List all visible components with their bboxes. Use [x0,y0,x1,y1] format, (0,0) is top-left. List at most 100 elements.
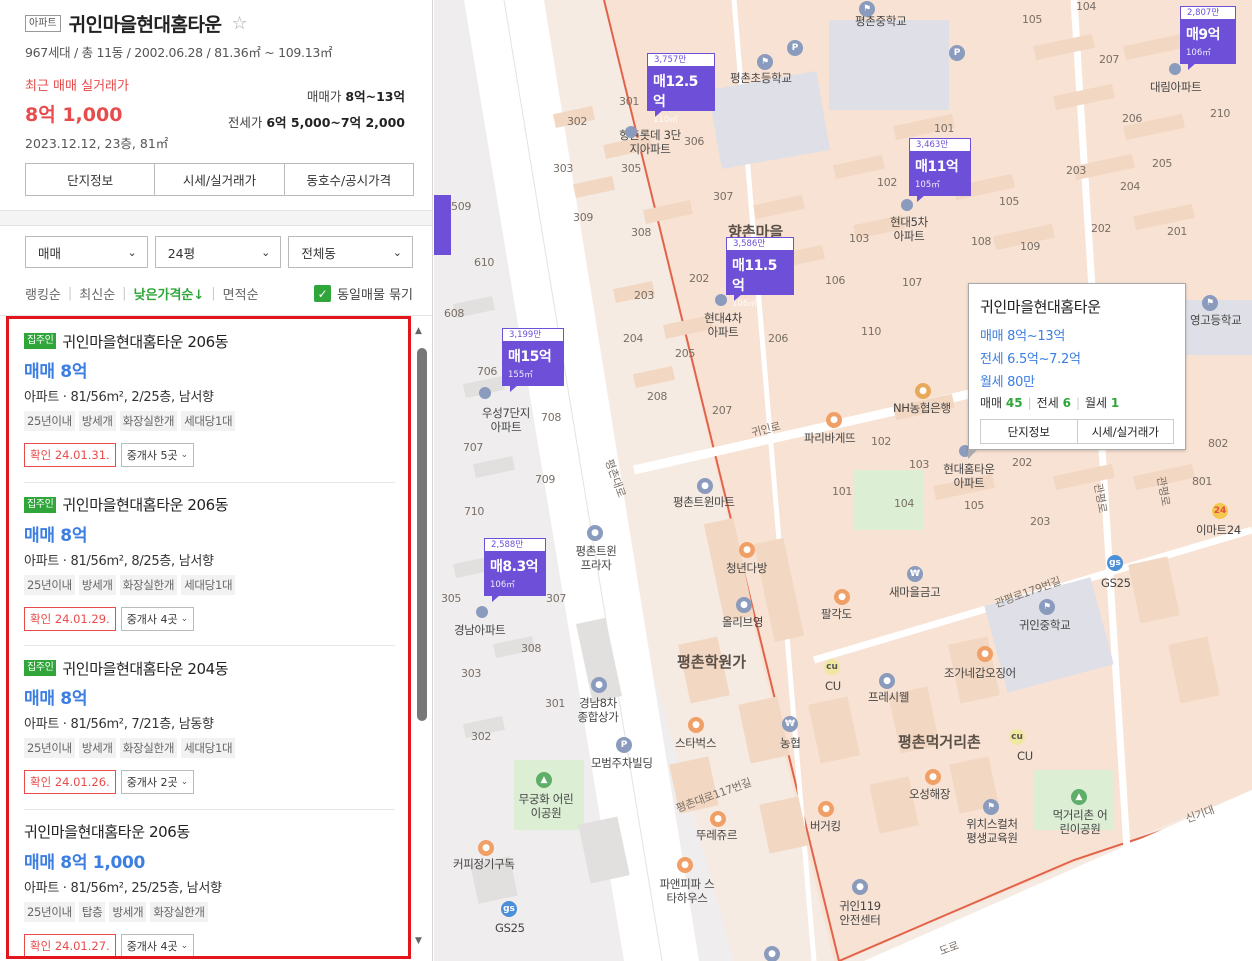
place-label[interactable]: 평촌초등학교 [730,71,792,85]
place-label[interactable]: 영고등학교 [1190,313,1242,327]
convenience-store-icon[interactable]: gs [501,901,517,917]
price-marker[interactable]: 2,588만 매8.3억 106㎡ [484,538,546,602]
place-label[interactable]: 조가네갑오징어 [944,666,1016,680]
place-label[interactable]: 평촌트윈 프라자 [572,544,620,572]
place-label[interactable]: 파리바게뜨 [804,431,856,445]
bundle-same-listings-toggle[interactable]: ✓ 동일매물 묶기 [314,284,413,303]
agents-dropdown[interactable]: 중개사 2곳 ⌄ [120,770,195,794]
place-label[interactable]: GS25 [1101,576,1131,590]
restaurant-icon[interactable]: ● [977,646,993,662]
popup-complex-info-button[interactable]: 단지정보 [981,420,1078,443]
building-icon[interactable]: ● [764,946,780,961]
bank-icon[interactable]: ₩ [782,716,798,732]
price-marker[interactable]: 2,807만 매9억 106㎡ [1180,6,1236,70]
apartment-pin-icon[interactable] [715,294,727,306]
park-icon[interactable]: ▲ [536,772,552,788]
place-label[interactable]: CU [825,679,841,693]
place-label[interactable]: 팔각도 [821,607,852,621]
tab-complex-info[interactable]: 단지정보 [26,164,156,195]
place-label[interactable]: 파앤피파 스타하우스 [655,877,719,905]
school-icon[interactable]: ⚑ [1202,295,1218,311]
sort-ranking[interactable]: 랭킹순 [25,284,61,303]
place-label[interactable]: 현대4차 아파트 [703,311,743,339]
cafe-icon[interactable]: ● [688,717,704,733]
place-label[interactable]: 귀인중학교 [1019,618,1071,632]
place-label[interactable]: 우성7단지 아파트 [478,406,534,434]
listing-scrollbar[interactable] [417,348,427,721]
restaurant-icon[interactable]: ● [677,857,693,873]
place-label[interactable]: 스타벅스 [675,736,716,750]
place-label[interactable]: 평촌학원가 [677,651,746,672]
place-label[interactable]: NH농협은행 [893,401,951,415]
apartment-pin-icon[interactable] [625,126,637,138]
place-label[interactable]: 경남아파트 [454,623,506,637]
place-label[interactable]: 청년다방 [726,561,767,575]
sort-lowest-price[interactable]: 낮은가격순↓ [134,284,205,303]
map-view[interactable]: 105 104 207 206 210 205 204 203 202 201 … [434,0,1252,961]
tab-unit-public-price[interactable]: 동호수/공시가격 [285,164,413,195]
apartment-pin-icon[interactable] [476,606,488,618]
place-label[interactable]: 현대홈타운 아파트 [937,462,1001,490]
bakery-icon[interactable]: ● [710,811,726,827]
tab-market-price[interactable]: 시세/실거래가 [155,164,285,195]
bakery-icon[interactable]: ● [826,412,842,428]
listing-item[interactable]: 집주인 귀인마을현대홈타운 206동 매매 8억 아파트 · 81/56m², 2… [24,319,395,483]
popup-title[interactable]: 귀인마을현대홈타운 [980,296,1174,317]
school-icon[interactable]: ⚑ [757,54,773,70]
building-icon[interactable]: ● [591,677,607,693]
trade-type-select[interactable]: 매매 ⌄ [25,236,148,268]
convenience-store-icon[interactable]: gs [1107,555,1123,571]
place-label[interactable]: 대림아파트 [1150,80,1202,94]
mart-icon[interactable]: ● [697,478,713,494]
restaurant-icon[interactable]: ● [818,801,834,817]
place-label[interactable]: 먹거리촌 어린이공원 [1050,808,1110,836]
sort-area[interactable]: 면적순 [223,284,259,303]
apartment-pin-icon[interactable] [901,199,913,211]
place-label[interactable]: CU [1017,749,1033,763]
place-label[interactable]: GS25 [495,921,525,935]
store-icon[interactable]: ● [736,597,752,613]
favorite-star-icon[interactable]: ☆ [231,13,247,34]
place-label[interactable]: 모범주차빌딩 [591,756,653,770]
listing-item[interactable]: 귀인마을현대홈타운 206동 매매 8억 1,000 아파트 · 81/56m²… [24,810,395,956]
parking-icon[interactable]: P [949,45,965,61]
place-label[interactable]: 경남8차 종합상가 [576,696,620,724]
convenience-store-icon[interactable]: 24 [1212,503,1228,519]
cafe-icon[interactable]: ● [739,542,755,558]
school-icon[interactable]: ⚑ [983,799,999,815]
fire-station-icon[interactable]: ● [852,879,868,895]
parking-icon[interactable]: P [616,737,632,753]
parking-icon[interactable]: P [787,40,803,56]
price-marker[interactable]: 3,199만 매15억 155㎡ [502,328,564,392]
place-label[interactable]: 커피정기구독 [453,857,515,871]
cafe-icon[interactable]: ● [478,840,494,856]
park-icon[interactable]: ▲ [1071,789,1087,805]
popup-market-price-button[interactable]: 시세/실거래가 [1078,420,1174,443]
price-marker[interactable]: 3,586만 매11.5억 106㎡ [726,237,794,309]
place-label[interactable]: 평촌먹거리촌 [898,731,981,752]
place-label[interactable]: 새마을금고 [889,585,941,599]
apartment-pin-icon[interactable] [479,387,491,399]
agents-dropdown[interactable]: 중개사 4곳 ⌄ [120,606,195,631]
agents-dropdown[interactable]: 중개사 5곳 ⌄ [120,443,195,467]
sort-latest[interactable]: 최신순 [79,284,115,303]
place-label[interactable]: 농협 [780,736,801,750]
agents-dropdown[interactable]: 중개사 4곳 ⌄ [120,933,195,956]
place-label[interactable]: 위치스컬처 평생교육원 [961,817,1023,845]
area-select[interactable]: 24평 ⌄ [154,236,282,268]
building-select[interactable]: 전체동 ⌄ [288,236,413,268]
convenience-store-icon[interactable]: cu [824,659,840,675]
place-label[interactable]: 뚜레쥬르 [696,828,737,842]
apartment-pin-icon[interactable] [1169,63,1181,75]
listing-item[interactable]: 집주인 귀인마을현대홈타운 204동 매매 8억 아파트 · 81/56m², 7… [24,646,395,810]
place-label[interactable]: 현대5차 아파트 [889,215,929,243]
restaurant-icon[interactable]: ● [834,589,850,605]
place-label[interactable]: 평촌트윈마트 [673,495,735,509]
building-icon[interactable]: ● [587,525,603,541]
place-label[interactable]: 프레시웰 [868,690,909,704]
listing-item[interactable]: 집주인 귀인마을현대홈타운 206동 매매 8억 아파트 · 81/56m², 8… [24,483,395,646]
price-marker[interactable]: 3,757만 매12.5억 110㎡ [647,53,715,125]
checkbox-checked-icon[interactable]: ✓ [314,285,332,302]
school-icon[interactable]: ⚑ [859,1,875,17]
price-marker[interactable]: 3,463만 매11억 105㎡ [909,138,971,202]
